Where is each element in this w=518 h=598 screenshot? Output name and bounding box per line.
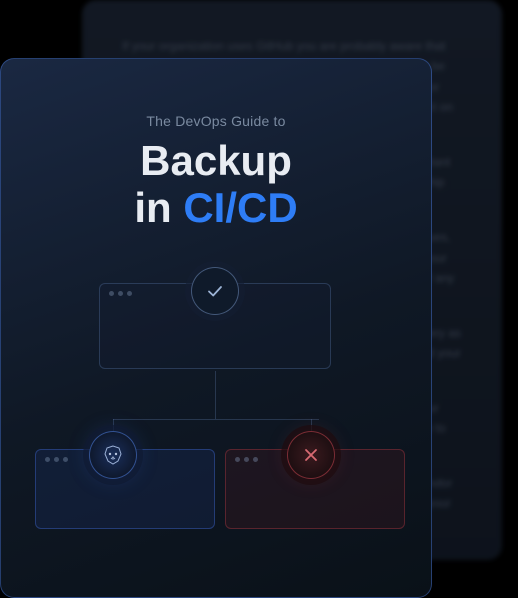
- title-accent: CI/CD: [183, 184, 297, 231]
- cover-card: The DevOps Guide to Backup in CI/CD: [0, 58, 432, 598]
- check-icon: [191, 267, 239, 315]
- lion-icon: [89, 431, 137, 479]
- connector: [113, 419, 319, 420]
- cover-subtitle: The DevOps Guide to: [1, 113, 431, 129]
- cross-icon: [287, 431, 335, 479]
- connector: [215, 371, 216, 419]
- title-line-1: Backup: [140, 137, 292, 184]
- title-line-2-pre: in: [134, 184, 183, 231]
- cover-title: Backup in CI/CD: [1, 137, 431, 231]
- diagram: [1, 259, 431, 559]
